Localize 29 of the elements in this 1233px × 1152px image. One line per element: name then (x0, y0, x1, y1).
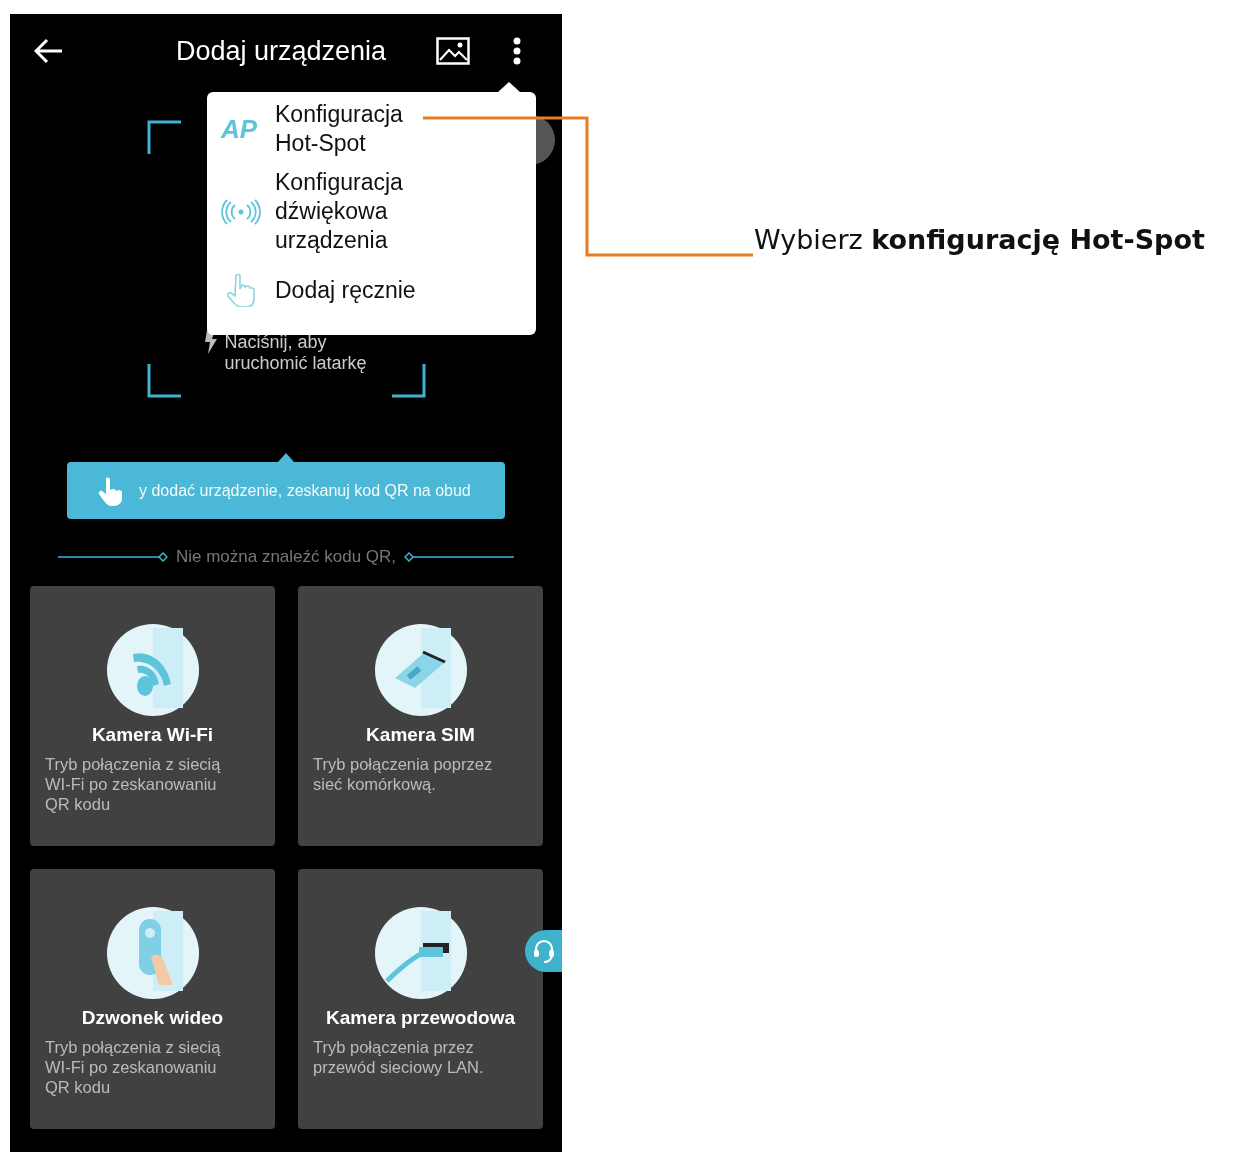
device-type-card[interactable]: Dzwonek wideo Tryb połączenia z siecią WI-Fi po zeskanowaniu QR kodu (30, 869, 275, 1129)
sound-waves-icon (221, 198, 261, 225)
card-description: Tryb połączenia z siecią WI-Fi po zeskanowaniu QR kodu (44, 754, 222, 814)
card-description: Tryb połączenia przez przewód sieciowy LAN. (312, 1037, 485, 1077)
flashlight-hint: Naciśnij, aby uruchomić latarkę (224, 332, 368, 374)
menu-item[interactable]: Dodaj ręcznie (221, 273, 536, 307)
ap-icon: AP (221, 113, 261, 145)
back-arrow-icon[interactable] (34, 38, 64, 64)
scanner-corner (391, 364, 426, 398)
image-icon[interactable] (436, 37, 470, 65)
card-description: Tryb połączenia z siecią WI-Fi po zeskanowaniu QR kodu (44, 1037, 222, 1097)
more-options-icon[interactable] (513, 37, 521, 65)
card-title: Kamera przewodowa (326, 1007, 515, 1029)
device-type-card[interactable]: Kamera przewodowa Tryb połączenia przez przewód sieciowy LAN. (298, 869, 543, 1129)
hand-pointer-icon (97, 475, 125, 506)
scanner-corner (146, 364, 181, 398)
scanner-corner (146, 120, 181, 154)
headset-icon (531, 938, 556, 964)
card-title: Kamera Wi-Fi (91, 724, 214, 746)
card-description: Tryb połączenia poprzez sieć komórkową. (312, 754, 494, 794)
qr-not-found-link[interactable]: Nie można znaleźć kodu QR, (175, 547, 397, 567)
screen-title: Dodaj urządzenia (176, 35, 388, 67)
tip-text: y dodać urządzenie, zeskanuj kod QR na obud (139, 481, 471, 500)
device-type-card[interactable]: Kamera Wi-Fi Tryb połączenia z siecią WI-Fi po zeskanowaniu QR kodu (30, 586, 275, 846)
menu-item[interactable]: Konfiguracja dźwiękowa urządzenia (221, 168, 536, 255)
device-type-card[interactable]: Kamera SIM Tryb połączenia poprzez sieć komórkową. (298, 586, 543, 846)
annotation-text: Wybierz konfigurację Hot-Spot (754, 224, 1205, 255)
card-title: Dzwonek wideo (81, 1007, 224, 1029)
card-title: Kamera SIM (366, 724, 475, 746)
